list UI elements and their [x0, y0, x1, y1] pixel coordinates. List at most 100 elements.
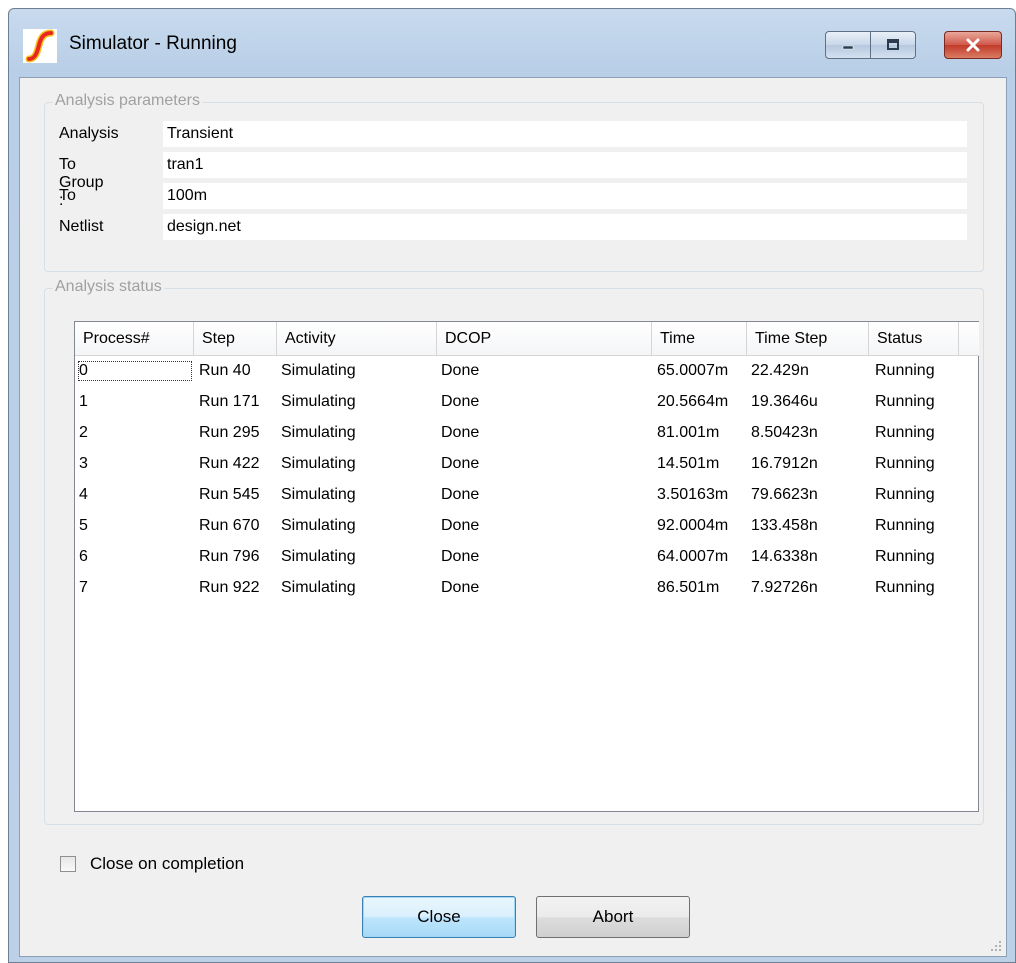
table-cell: Running [875, 517, 935, 534]
table-cell: 0 [78, 361, 192, 381]
table-cell: 79.6623n [751, 486, 818, 503]
close-on-completion-checkbox[interactable] [60, 856, 76, 872]
list-header: Process# Step Activity DCOP Time Time St… [75, 322, 979, 356]
table-row[interactable]: 3 Run 422 Simulating Done 14.501m 16.7912n Run… [75, 451, 978, 482]
simulator-window: Simulator - Running Analysis parameters … [8, 8, 1016, 963]
column-header-filler [959, 322, 979, 356]
table-cell: 7.92726n [751, 579, 818, 596]
table-cell: 8.50423n [751, 424, 818, 441]
close-on-completion-label[interactable]: Close on completion [90, 854, 244, 874]
param-value: Transient [163, 121, 967, 147]
dialog-client-area: Analysis parameters Analysis Transient T… [19, 77, 1007, 957]
table-cell: Simulating [281, 517, 356, 534]
table-cell: 14.501m [657, 455, 720, 472]
table-cell: Simulating [281, 548, 356, 565]
analysis-parameters-group: Analysis parameters Analysis Transient T… [44, 92, 984, 272]
table-row[interactable]: 6 Run 796 Simulating Done 64.0007m 14.6338n Ru… [75, 544, 978, 575]
param-label: Analysis [59, 125, 119, 142]
table-cell: 4 [79, 486, 88, 503]
table-cell: 6 [79, 548, 88, 565]
table-cell: Running [875, 424, 935, 441]
param-label: Netlist [59, 218, 104, 235]
abort-button[interactable]: Abort [536, 896, 690, 938]
title-bar[interactable]: Simulator - Running [9, 9, 1015, 77]
column-header-activity[interactable]: Activity [277, 322, 437, 356]
table-row[interactable]: 7 Run 922 Simulating Done 86.501m 7.92726n Run… [75, 575, 978, 606]
table-cell: Done [441, 455, 480, 472]
table-cell: Simulating [281, 455, 356, 472]
table-cell: 81.001m [657, 424, 720, 441]
column-header-step[interactable]: Step [194, 322, 277, 356]
table-cell: Done [441, 579, 480, 596]
simetrix-logo-icon [23, 29, 57, 63]
table-cell: 19.3646u [751, 393, 818, 410]
table-cell: 1 [79, 393, 88, 410]
table-cell: Simulating [281, 486, 356, 503]
table-cell: Running [875, 548, 935, 565]
table-cell: 92.0004m [657, 517, 729, 534]
resize-grip-icon[interactable] [990, 940, 1002, 952]
table-cell: Done [441, 393, 480, 410]
table-row[interactable]: 1 Run 171 Simulating Done 20.5664m 19.3646u Ru… [75, 389, 978, 420]
table-cell: 86.501m [657, 579, 720, 596]
close-button[interactable]: Close [362, 896, 516, 938]
minimize-icon [842, 45, 854, 50]
table-cell: Done [441, 486, 480, 503]
param-value: 100m [163, 183, 967, 209]
table-cell: Done [441, 424, 480, 441]
table-cell: 14.6338n [751, 548, 818, 565]
table-cell: Simulating [281, 393, 356, 410]
table-row[interactable]: 4 Run 545 Simulating Done 3.50163m 79.6623n Ru… [75, 482, 978, 513]
window-title: Simulator - Running [69, 33, 237, 54]
table-cell: Running [875, 362, 935, 379]
table-cell: 22.429n [751, 362, 809, 379]
table-cell: Run 545 [199, 486, 260, 503]
table-cell: 3 [79, 455, 88, 472]
column-header-dcop[interactable]: DCOP [437, 322, 652, 356]
table-cell: Run 295 [199, 424, 260, 441]
column-header-process[interactable]: Process# [75, 322, 194, 356]
process-status-list[interactable]: Process# Step Activity DCOP Time Time St… [74, 321, 979, 812]
table-cell: Running [875, 486, 935, 503]
maximize-icon [887, 39, 899, 50]
param-label: To [59, 187, 76, 204]
close-icon [966, 38, 980, 52]
analysis-parameters-legend: Analysis parameters [53, 92, 202, 110]
param-value: tran1 [163, 152, 967, 178]
table-cell: Simulating [281, 424, 356, 441]
table-cell: Run 40 [199, 362, 251, 379]
table-cell: Running [875, 393, 935, 410]
table-cell: 64.0007m [657, 548, 729, 565]
analysis-status-legend: Analysis status [53, 278, 164, 296]
table-cell: Run 796 [199, 548, 260, 565]
minimize-button[interactable] [825, 31, 871, 59]
table-cell: Run 670 [199, 517, 260, 534]
table-cell: Run 922 [199, 579, 260, 596]
column-header-time[interactable]: Time [652, 322, 747, 356]
table-cell: Done [441, 548, 480, 565]
table-cell: 16.7912n [751, 455, 818, 472]
table-cell: Running [875, 455, 935, 472]
table-cell: Simulating [281, 579, 356, 596]
table-cell: 2 [79, 424, 88, 441]
table-cell: 5 [79, 517, 88, 534]
table-cell: Done [441, 517, 480, 534]
table-cell: 3.50163m [657, 486, 729, 503]
table-cell: 7 [79, 579, 88, 596]
table-cell: Running [875, 579, 935, 596]
table-row[interactable]: 2 Run 295 Simulating Done 81.001m 8.50423n Run… [75, 420, 978, 451]
close-window-button[interactable] [944, 31, 1002, 59]
column-header-time-step[interactable]: Time Step [747, 322, 869, 356]
table-cell: Run 422 [199, 455, 260, 472]
table-row[interactable]: 5 Run 670 Simulating Done 92.0004m 133.458n Ru… [75, 513, 978, 544]
table-cell: 20.5664m [657, 393, 729, 410]
table-row[interactable]: 0 Run 40 Simulating Done 65.0007m 22.429n Runn… [75, 358, 978, 389]
param-value: design.net [163, 214, 967, 240]
table-cell: 65.0007m [657, 362, 729, 379]
table-cell: 133.458n [751, 517, 818, 534]
table-cell: Run 171 [199, 393, 260, 410]
table-cell: Simulating [281, 362, 356, 379]
column-header-status[interactable]: Status [869, 322, 959, 356]
maximize-button[interactable] [870, 31, 916, 59]
table-cell: Done [441, 362, 480, 379]
